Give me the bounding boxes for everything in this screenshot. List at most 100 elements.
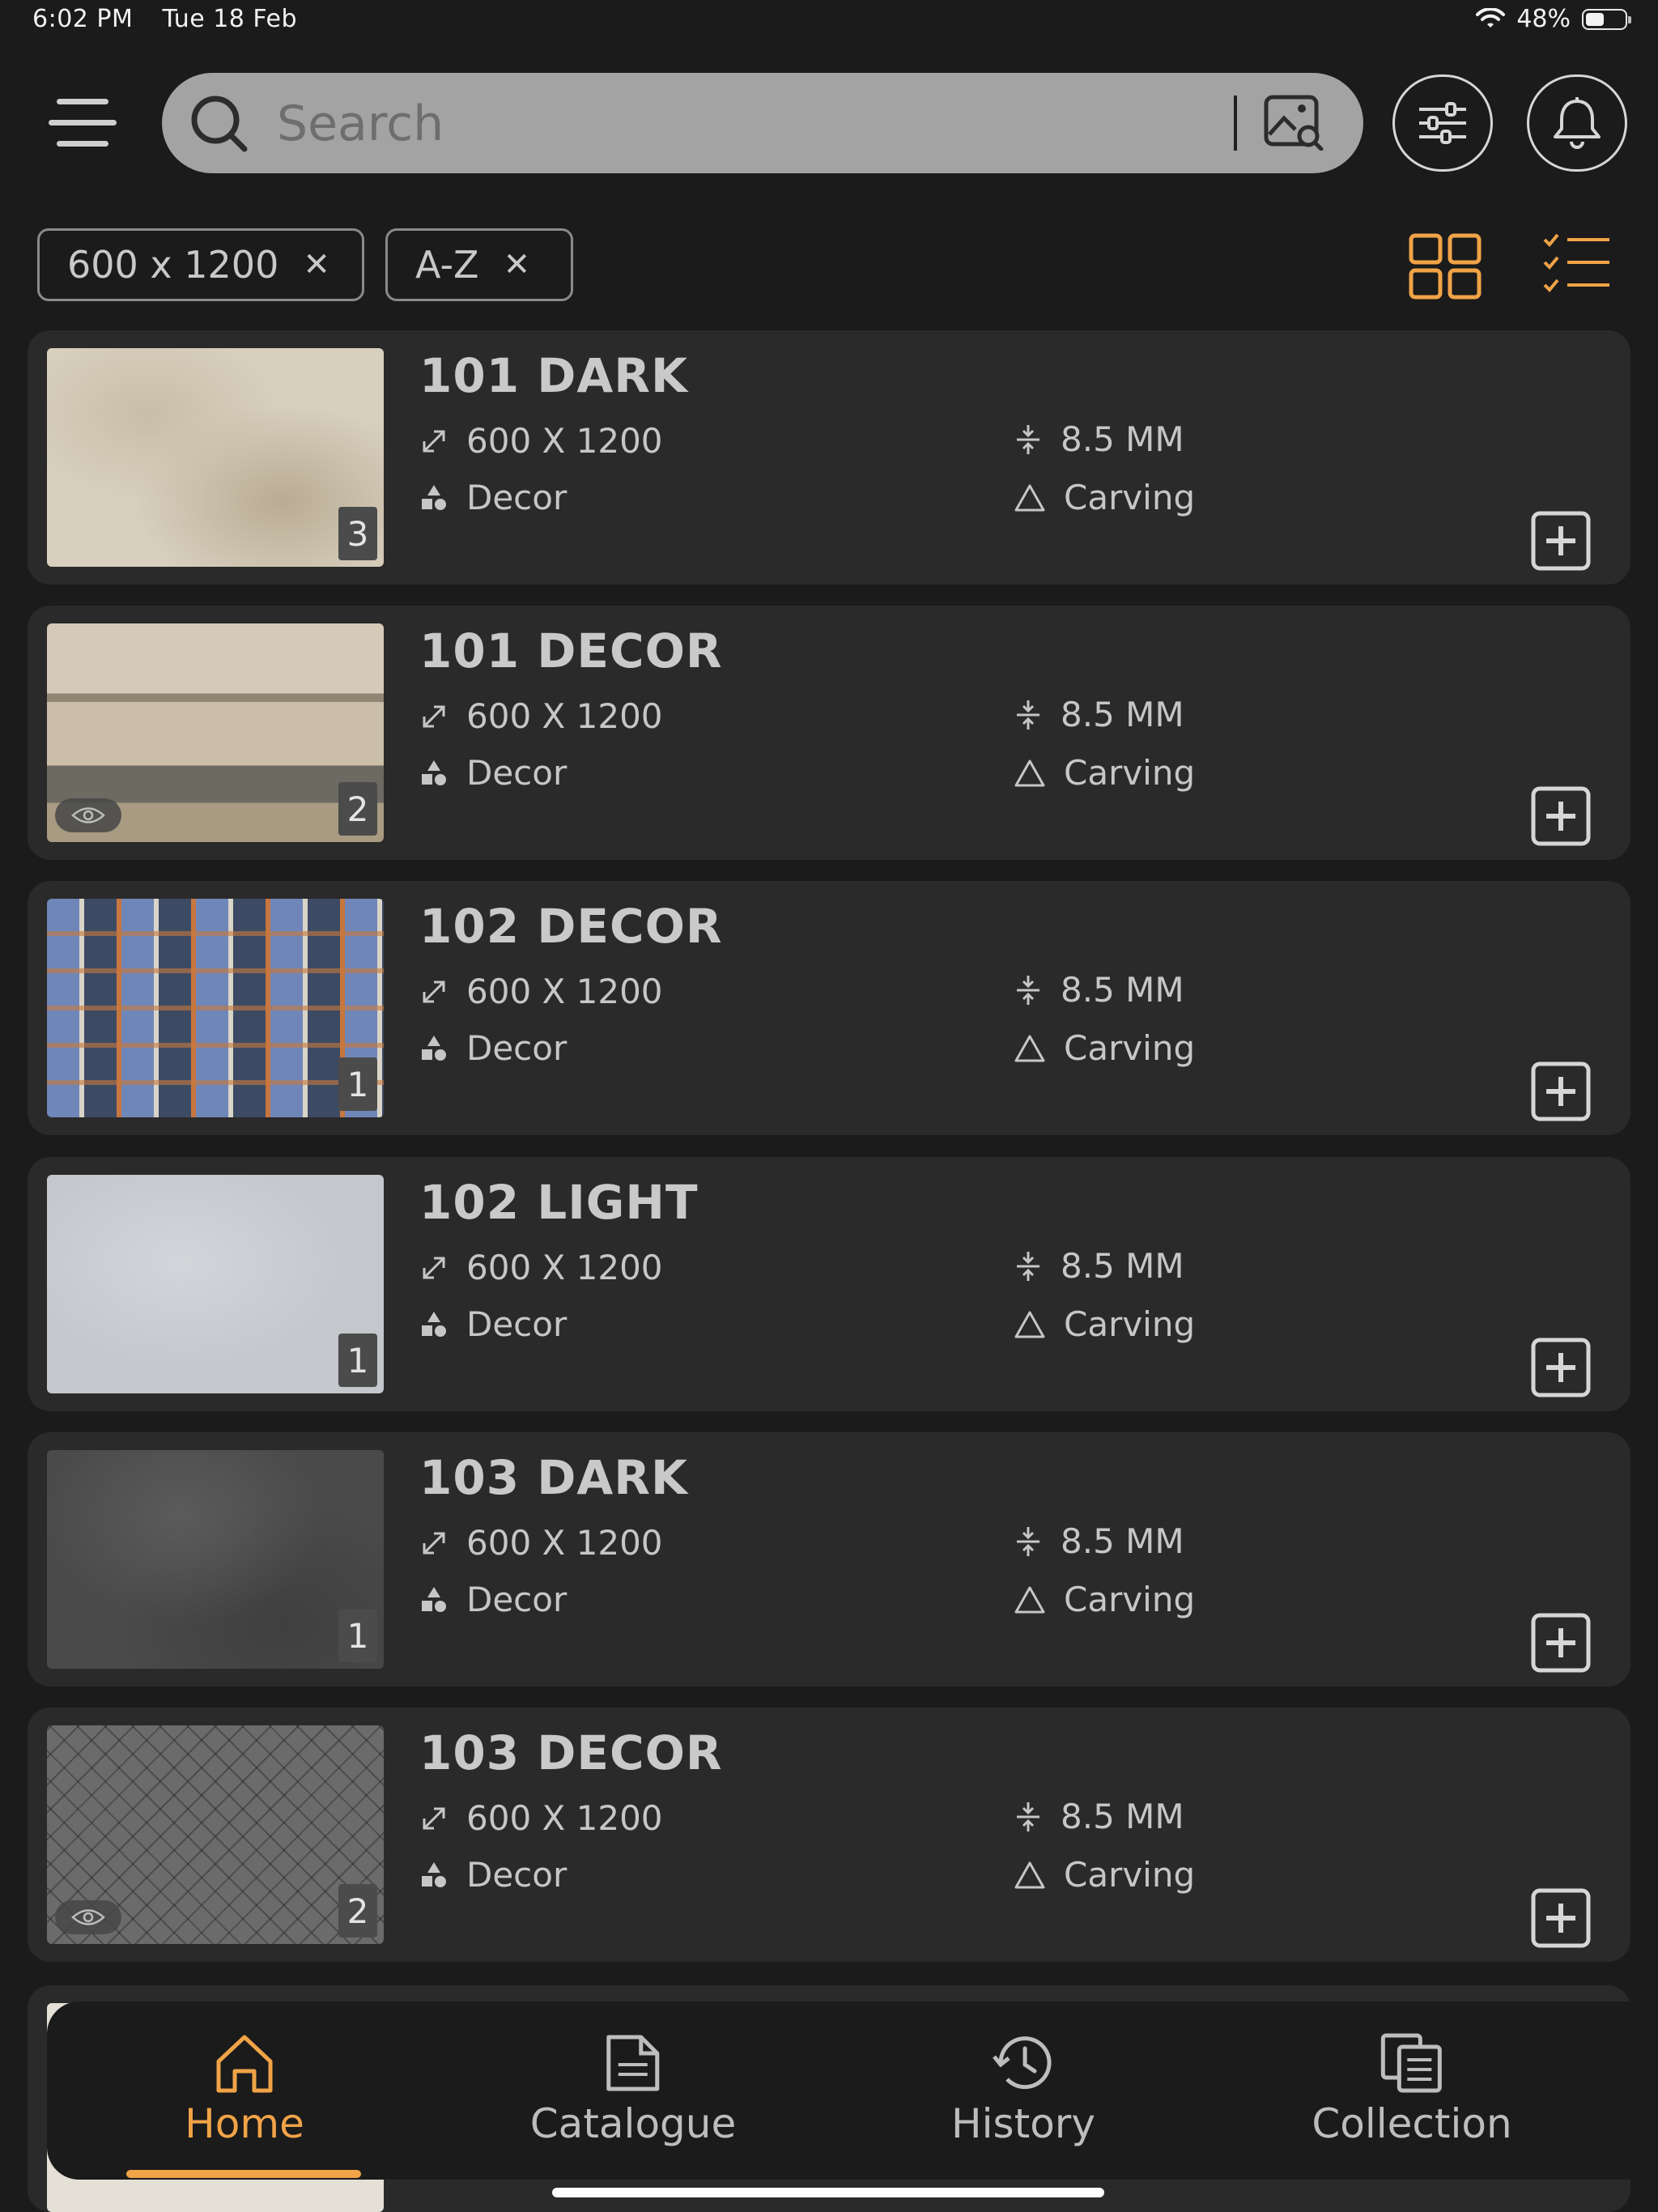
product-size: 600 X 1200 [419, 972, 663, 1011]
filter-chip-label: A-Z [415, 243, 479, 287]
status-date: Tue 18 Feb [162, 5, 298, 33]
thickness-icon [1017, 424, 1039, 454]
search-input[interactable] [275, 84, 1371, 164]
product-thickness-value: 8.5 MM [1061, 419, 1184, 459]
product-finish-value: Carving [1064, 1304, 1196, 1344]
product-name: 101 DECOR [419, 623, 723, 678]
checklist-view-icon[interactable] [1543, 233, 1611, 295]
eye-icon [71, 807, 105, 823]
product-finish-value: Carving [1064, 1855, 1196, 1895]
product-thickness: 8.5 MM [1014, 419, 1184, 459]
preview-badge[interactable] [55, 798, 121, 832]
wifi-icon [1476, 7, 1506, 28]
filter-chip-label: 600 x 1200 [67, 243, 279, 287]
product-finish-value: Carving [1064, 753, 1196, 793]
shapes-icon [422, 1586, 446, 1612]
product-thickness: 8.5 MM [1014, 695, 1184, 734]
product-category: Decor [419, 478, 567, 517]
product-category-value: Decor [466, 478, 568, 517]
product-thumbnail[interactable]: 1 [47, 1450, 384, 1669]
product-card[interactable]: 3 101 DARK 600 X 1200 8.5 MM Decor Carvi… [28, 330, 1630, 585]
grid-view-icon[interactable] [1409, 233, 1483, 301]
collection-icon [1380, 2033, 1442, 2093]
add-to-collection-button[interactable] [1530, 785, 1592, 847]
triangle-icon [1014, 1035, 1045, 1061]
plus-square-icon [1531, 786, 1591, 846]
triangle-icon [1014, 1311, 1045, 1338]
menu-button[interactable] [49, 96, 117, 151]
search-icon [191, 96, 248, 152]
product-name: 103 DECOR [419, 1725, 723, 1780]
close-icon[interactable]: ✕ [303, 246, 330, 283]
home-icon [216, 2035, 273, 2093]
product-category: Decor [419, 1855, 567, 1895]
battery-icon [1582, 8, 1631, 30]
notifications-button[interactable] [1527, 74, 1627, 172]
product-size-value: 600 X 1200 [466, 1523, 663, 1563]
nav-collection[interactable]: Collection [1312, 2032, 1512, 2147]
product-size-value: 600 X 1200 [466, 1248, 663, 1287]
plus-square-icon [1531, 1888, 1591, 1948]
product-size-value: 600 X 1200 [466, 1798, 663, 1838]
product-size-value: 600 X 1200 [466, 421, 663, 461]
product-thumbnail[interactable]: 3 [47, 348, 384, 567]
product-finish: Carving [1014, 1028, 1195, 1068]
resize-icon [423, 981, 445, 1002]
add-to-collection-button[interactable] [1530, 1337, 1592, 1398]
product-finish: Carving [1014, 1304, 1195, 1344]
triangle-icon [1014, 1861, 1045, 1888]
product-thumbnail[interactable]: 1 [47, 1175, 384, 1393]
filter-button[interactable] [1392, 74, 1493, 172]
product-size: 600 X 1200 [419, 421, 663, 461]
add-to-collection-button[interactable] [1530, 1887, 1592, 1949]
filter-chip-size[interactable]: 600 x 1200 ✕ [37, 228, 364, 301]
product-size: 600 X 1200 [419, 1798, 663, 1838]
image-count-badge: 3 [338, 507, 377, 560]
image-search-icon[interactable] [1263, 94, 1324, 151]
add-to-collection-button[interactable] [1530, 510, 1592, 572]
triangle-icon [1014, 759, 1045, 786]
thickness-icon [1017, 1526, 1039, 1556]
preview-badge[interactable] [55, 1900, 121, 1934]
resize-icon [423, 1257, 445, 1278]
close-icon[interactable]: ✕ [504, 246, 531, 283]
nav-label: Catalogue [529, 2100, 737, 2147]
status-time: 6:02 PM [32, 5, 134, 33]
product-category-value: Decor [466, 1028, 568, 1068]
product-thickness-value: 8.5 MM [1061, 970, 1184, 1010]
product-card[interactable]: 2 101 DECOR 600 X 1200 8.5 MM Decor Carv… [28, 606, 1630, 860]
product-size: 600 X 1200 [419, 696, 663, 736]
product-finish: Carving [1014, 753, 1195, 793]
add-to-collection-button[interactable] [1530, 1612, 1592, 1674]
shapes-icon [422, 1035, 446, 1061]
product-card[interactable]: 2 103 DECOR 600 X 1200 8.5 MM Decor Carv… [28, 1708, 1630, 1962]
product-category-value: Decor [466, 1855, 568, 1895]
product-card[interactable]: 1 102 LIGHT 600 X 1200 8.5 MM Decor Carv… [28, 1157, 1630, 1411]
nav-home[interactable]: Home [180, 2032, 309, 2147]
status-left: 6:02 PM Tue 18 Feb [32, 5, 297, 33]
sliders-icon [1419, 102, 1466, 144]
filter-chip-sort[interactable]: A-Z ✕ [385, 228, 573, 301]
image-count-badge: 1 [338, 1334, 377, 1387]
shapes-icon [422, 759, 446, 785]
product-category: Decor [419, 753, 567, 793]
product-thickness-value: 8.5 MM [1061, 695, 1184, 734]
nav-history[interactable]: History [951, 2032, 1095, 2147]
product-thumbnail[interactable]: 2 [47, 1725, 384, 1944]
image-count-badge: 1 [338, 1057, 377, 1111]
resize-icon [423, 1532, 445, 1554]
product-thickness-value: 8.5 MM [1061, 1246, 1184, 1286]
product-thumbnail[interactable]: 1 [47, 899, 384, 1117]
nav-label: Home [185, 2100, 304, 2147]
product-name: 102 LIGHT [419, 1175, 699, 1230]
product-card[interactable]: 1 102 DECOR 600 X 1200 8.5 MM Decor Carv… [28, 881, 1630, 1135]
product-thickness-value: 8.5 MM [1061, 1797, 1184, 1836]
nav-catalogue[interactable]: Catalogue [530, 2032, 736, 2147]
home-indicator [552, 2188, 1104, 2197]
product-card[interactable]: 1 103 DARK 600 X 1200 8.5 MM Decor Carvi… [28, 1432, 1630, 1687]
add-to-collection-button[interactable] [1530, 1061, 1592, 1122]
product-thumbnail[interactable]: 2 [47, 623, 384, 842]
product-name: 102 DECOR [419, 899, 723, 954]
document-icon [606, 2035, 660, 2091]
plus-square-icon [1531, 1338, 1591, 1397]
